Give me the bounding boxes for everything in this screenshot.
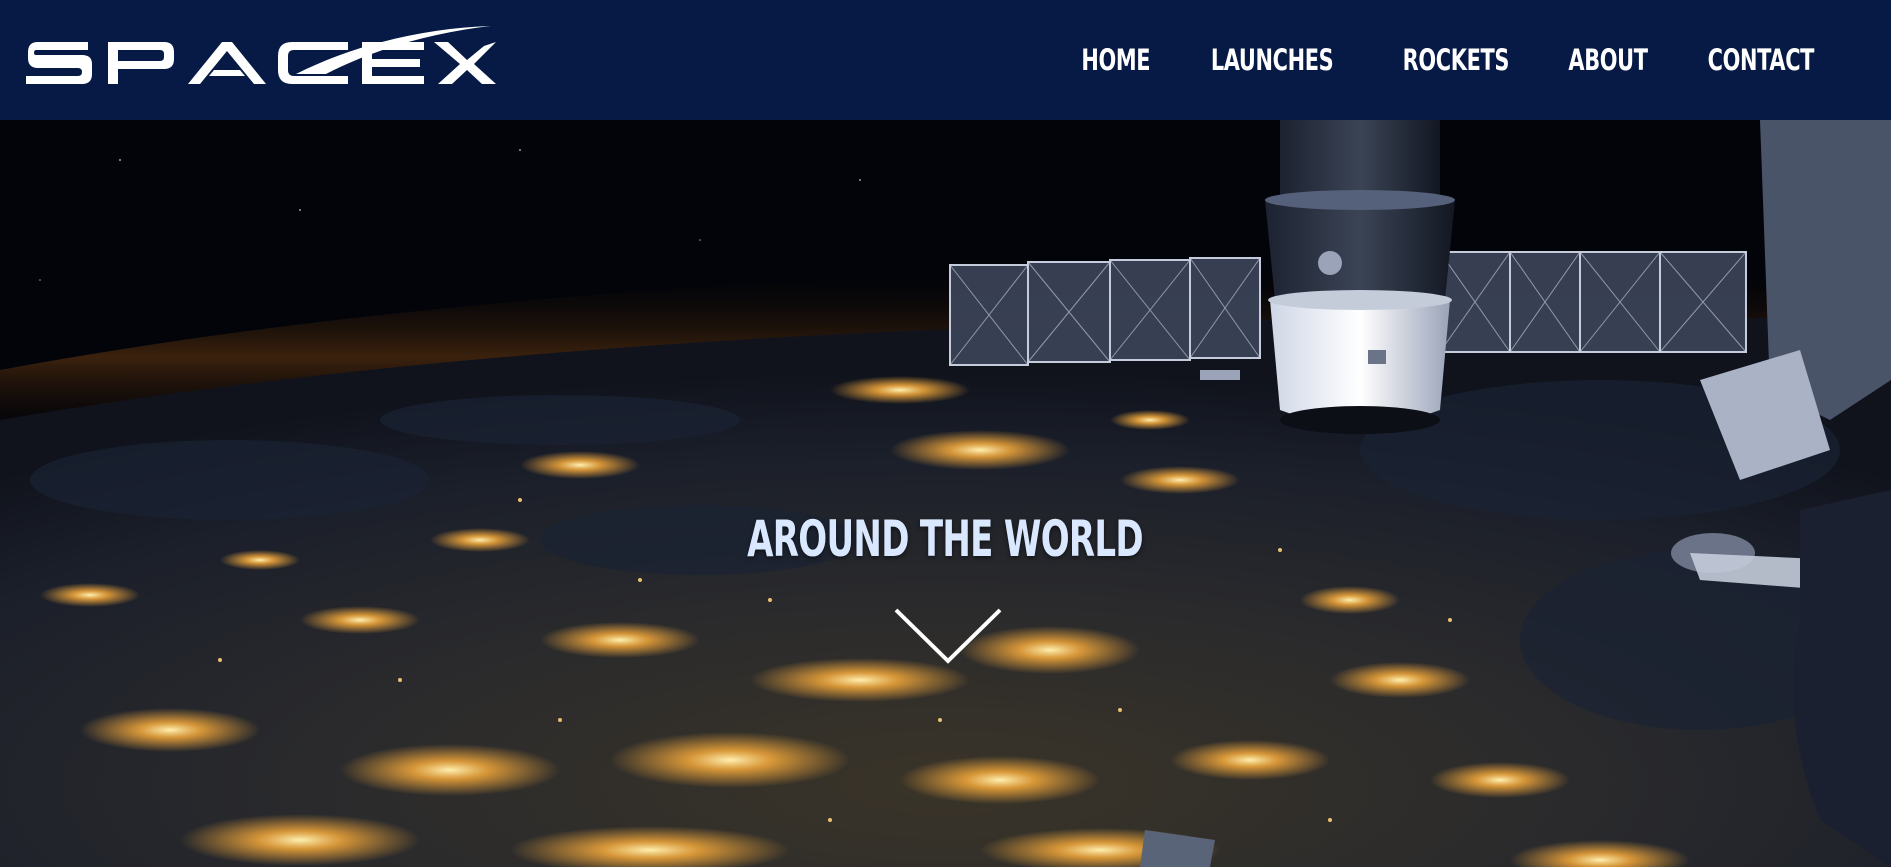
hero-title: AROUND THE WORLD xyxy=(0,510,1891,568)
nav-about[interactable]: ABOUT xyxy=(1569,43,1649,77)
page: HOME LAUNCHES ROCKETS ABOUT CONTACT AROU… xyxy=(0,0,1891,867)
spacex-logo[interactable] xyxy=(26,22,496,92)
hero-section: AROUND THE WORLD xyxy=(0,120,1891,867)
nav-home[interactable]: HOME xyxy=(1081,43,1150,77)
spacex-logo-mark xyxy=(26,26,496,84)
hero-title-text: AROUND THE WORLD xyxy=(747,510,1145,568)
nav-contact[interactable]: CONTACT xyxy=(1708,43,1815,77)
main-nav: HOME LAUNCHES ROCKETS ABOUT CONTACT xyxy=(1081,0,1821,120)
nav-launches[interactable]: LAUNCHES xyxy=(1211,43,1334,77)
chevron-down-icon[interactable] xyxy=(893,606,1003,666)
nav-rockets[interactable]: ROCKETS xyxy=(1402,43,1509,77)
earth-night-background-image xyxy=(0,120,1891,867)
top-navbar: HOME LAUNCHES ROCKETS ABOUT CONTACT xyxy=(0,0,1891,120)
